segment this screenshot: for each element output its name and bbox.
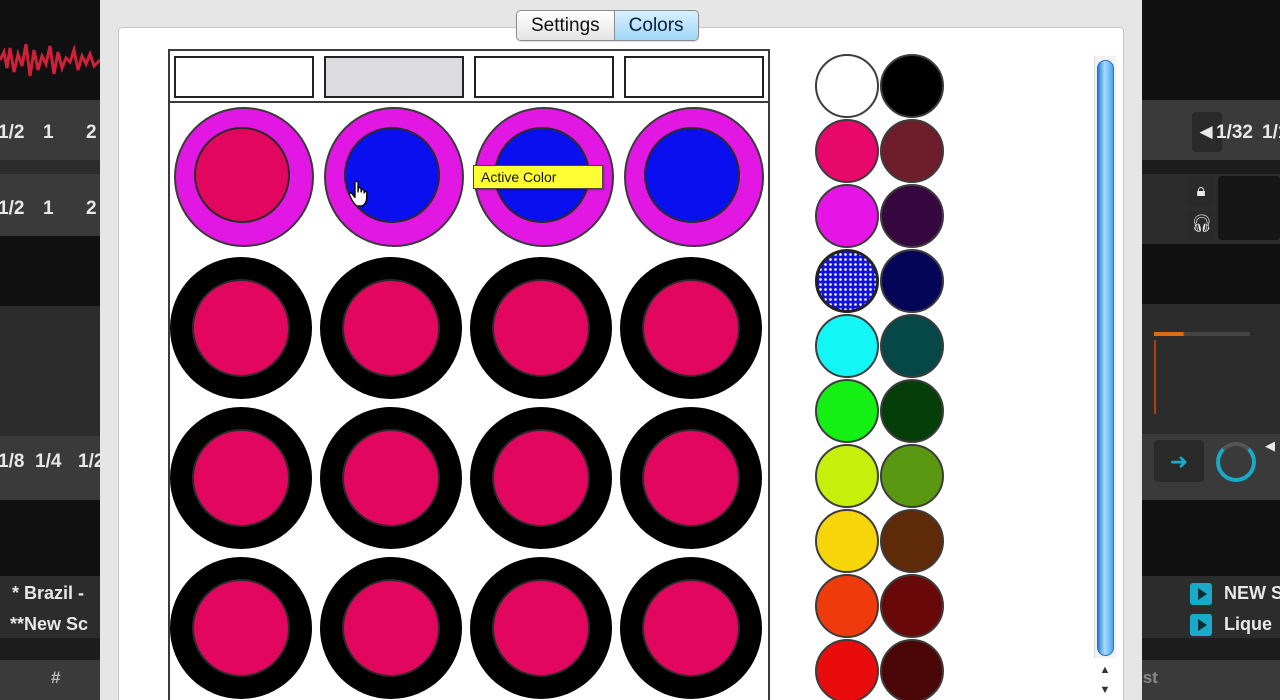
loop-size-label[interactable]: 1/1 xyxy=(1262,122,1280,144)
color-swatch-r2-c2[interactable] xyxy=(880,119,944,183)
pad-r3-c3[interactable] xyxy=(470,407,612,549)
column-header-2[interactable] xyxy=(324,56,464,98)
arrow-left-icon: ◀ xyxy=(1199,122,1213,141)
gain-knob-icon[interactable] xyxy=(1216,442,1256,482)
pad-r1-c2[interactable] xyxy=(324,107,464,247)
loop-size-label[interactable]: 1 xyxy=(43,122,54,144)
color-swatch-r3-c2[interactable] xyxy=(880,184,944,248)
color-swatch-r5-c2[interactable] xyxy=(880,314,944,378)
loop-size-label[interactable]: 1/2 xyxy=(0,122,24,144)
pad-r2-c1[interactable] xyxy=(170,257,312,399)
color-swatch-r7-c2[interactable] xyxy=(880,444,944,508)
track-title[interactable]: Lique xyxy=(1224,614,1272,635)
color-swatch-r9-c1[interactable] xyxy=(815,574,879,638)
loop-size-label[interactable]: 1/32 xyxy=(1216,122,1253,144)
tab-bar: Settings Colors xyxy=(516,10,699,41)
pad-r3-c1[interactable] xyxy=(170,407,312,549)
loop-size-label[interactable]: 1/4 xyxy=(35,451,61,473)
pad-color-fill xyxy=(642,279,740,377)
pad-color-fill xyxy=(192,429,290,527)
pad-grid xyxy=(168,49,770,700)
lock-icon: 🔒︎ xyxy=(1196,181,1206,200)
color-swatch-r4-c1[interactable] xyxy=(815,249,879,313)
color-swatch-r3-c1[interactable] xyxy=(815,184,879,248)
color-swatch-r8-c1[interactable] xyxy=(815,509,879,573)
tab-settings[interactable]: Settings xyxy=(517,11,614,40)
pad-color-fill xyxy=(342,579,440,677)
pad-color-fill xyxy=(492,429,590,527)
play-icon[interactable] xyxy=(1190,583,1212,605)
column-header-4[interactable] xyxy=(624,56,764,98)
color-swatch-r4-c2[interactable] xyxy=(880,249,944,313)
pad-color-fill xyxy=(192,279,290,377)
speaker-icon: ◀ xyxy=(1265,438,1275,453)
color-swatch-r1-c2[interactable] xyxy=(880,54,944,118)
pad-r2-c2[interactable] xyxy=(320,257,462,399)
level-meter xyxy=(1154,332,1250,336)
pad-color-fill xyxy=(492,279,590,377)
column-header: ist xyxy=(1142,668,1158,687)
color-swatch-r2-c1[interactable] xyxy=(815,119,879,183)
arrow-right-icon: ➜ xyxy=(1169,449,1189,474)
pad-r1-c1[interactable] xyxy=(174,107,314,247)
color-swatch-r1-c1[interactable] xyxy=(815,54,879,118)
pad-r4-c3[interactable] xyxy=(470,557,612,699)
background-app-right: ◀ 1/32 1/1 🔒︎ 🎧︎ ➜ ◀ NEW S Lique ist xyxy=(1142,0,1280,700)
loop-size-label[interactable]: 2 xyxy=(86,198,97,220)
loop-size-label[interactable]: 2 xyxy=(86,122,97,144)
pad-color-fill xyxy=(342,279,440,377)
scroll-up-arrow-icon[interactable]: ▲ xyxy=(1094,660,1116,680)
color-swatch-r6-c1[interactable] xyxy=(815,379,879,443)
pad-color-fill xyxy=(194,127,290,223)
pad-color-fill xyxy=(642,429,740,527)
scroll-down-arrow-icon[interactable]: ▼ xyxy=(1094,680,1116,700)
waveform xyxy=(0,43,100,77)
loop-size-label[interactable]: 1/2 xyxy=(78,451,100,473)
pad-r4-c2[interactable] xyxy=(320,557,462,699)
play-icon[interactable] xyxy=(1190,614,1212,636)
column-header-number[interactable]: # xyxy=(51,668,60,688)
pad-color-fill xyxy=(644,127,740,223)
track-title[interactable]: **New Sc xyxy=(10,614,88,635)
pad-r1-c4[interactable] xyxy=(624,107,764,247)
pad-r4-c1[interactable] xyxy=(170,557,312,699)
column-header-1[interactable] xyxy=(174,56,314,98)
pad-r2-c4[interactable] xyxy=(620,257,762,399)
track-title[interactable]: * Brazil - xyxy=(12,583,84,604)
color-swatch-r8-c2[interactable] xyxy=(880,509,944,573)
loop-size-label[interactable]: 1/8 xyxy=(0,451,24,473)
controller-editor-dialog: Settings Colors Active Color ▲ ▼ xyxy=(100,0,1142,700)
pad-r4-c4[interactable] xyxy=(620,557,762,699)
pad-r3-c4[interactable] xyxy=(620,407,762,549)
column-header-row xyxy=(170,51,768,103)
track-title[interactable]: NEW S xyxy=(1224,583,1280,604)
pad-r2-c3[interactable] xyxy=(470,257,612,399)
color-swatch-r7-c1[interactable] xyxy=(815,444,879,508)
color-swatch-r5-c1[interactable] xyxy=(815,314,879,378)
color-swatch-r10-c1[interactable] xyxy=(815,639,879,700)
active-color-tooltip: Active Color xyxy=(473,165,603,189)
pad-color-fill xyxy=(192,579,290,677)
pad-color-fill xyxy=(492,579,590,677)
scrollbar-thumb[interactable] xyxy=(1097,60,1114,656)
loop-size-label[interactable]: 1/2 xyxy=(0,198,24,220)
hand-cursor-icon xyxy=(348,180,368,207)
pad-color-fill xyxy=(344,127,440,223)
tab-colors[interactable]: Colors xyxy=(613,11,698,40)
color-swatch-r6-c2[interactable] xyxy=(880,379,944,443)
column-header-3[interactable] xyxy=(474,56,614,98)
pad-r3-c2[interactable] xyxy=(320,407,462,549)
pad-color-fill xyxy=(342,429,440,527)
color-swatch-r10-c2[interactable] xyxy=(880,639,944,700)
pad-color-fill xyxy=(642,579,740,677)
loop-size-label[interactable]: 1 xyxy=(43,198,54,220)
background-app-left: 1/2 1 2 1/2 1 2 1/8 1/4 1/2 * Brazil - *… xyxy=(0,0,100,700)
color-swatch-r9-c2[interactable] xyxy=(880,574,944,638)
headphones-icon: 🎧︎ xyxy=(1191,214,1213,233)
